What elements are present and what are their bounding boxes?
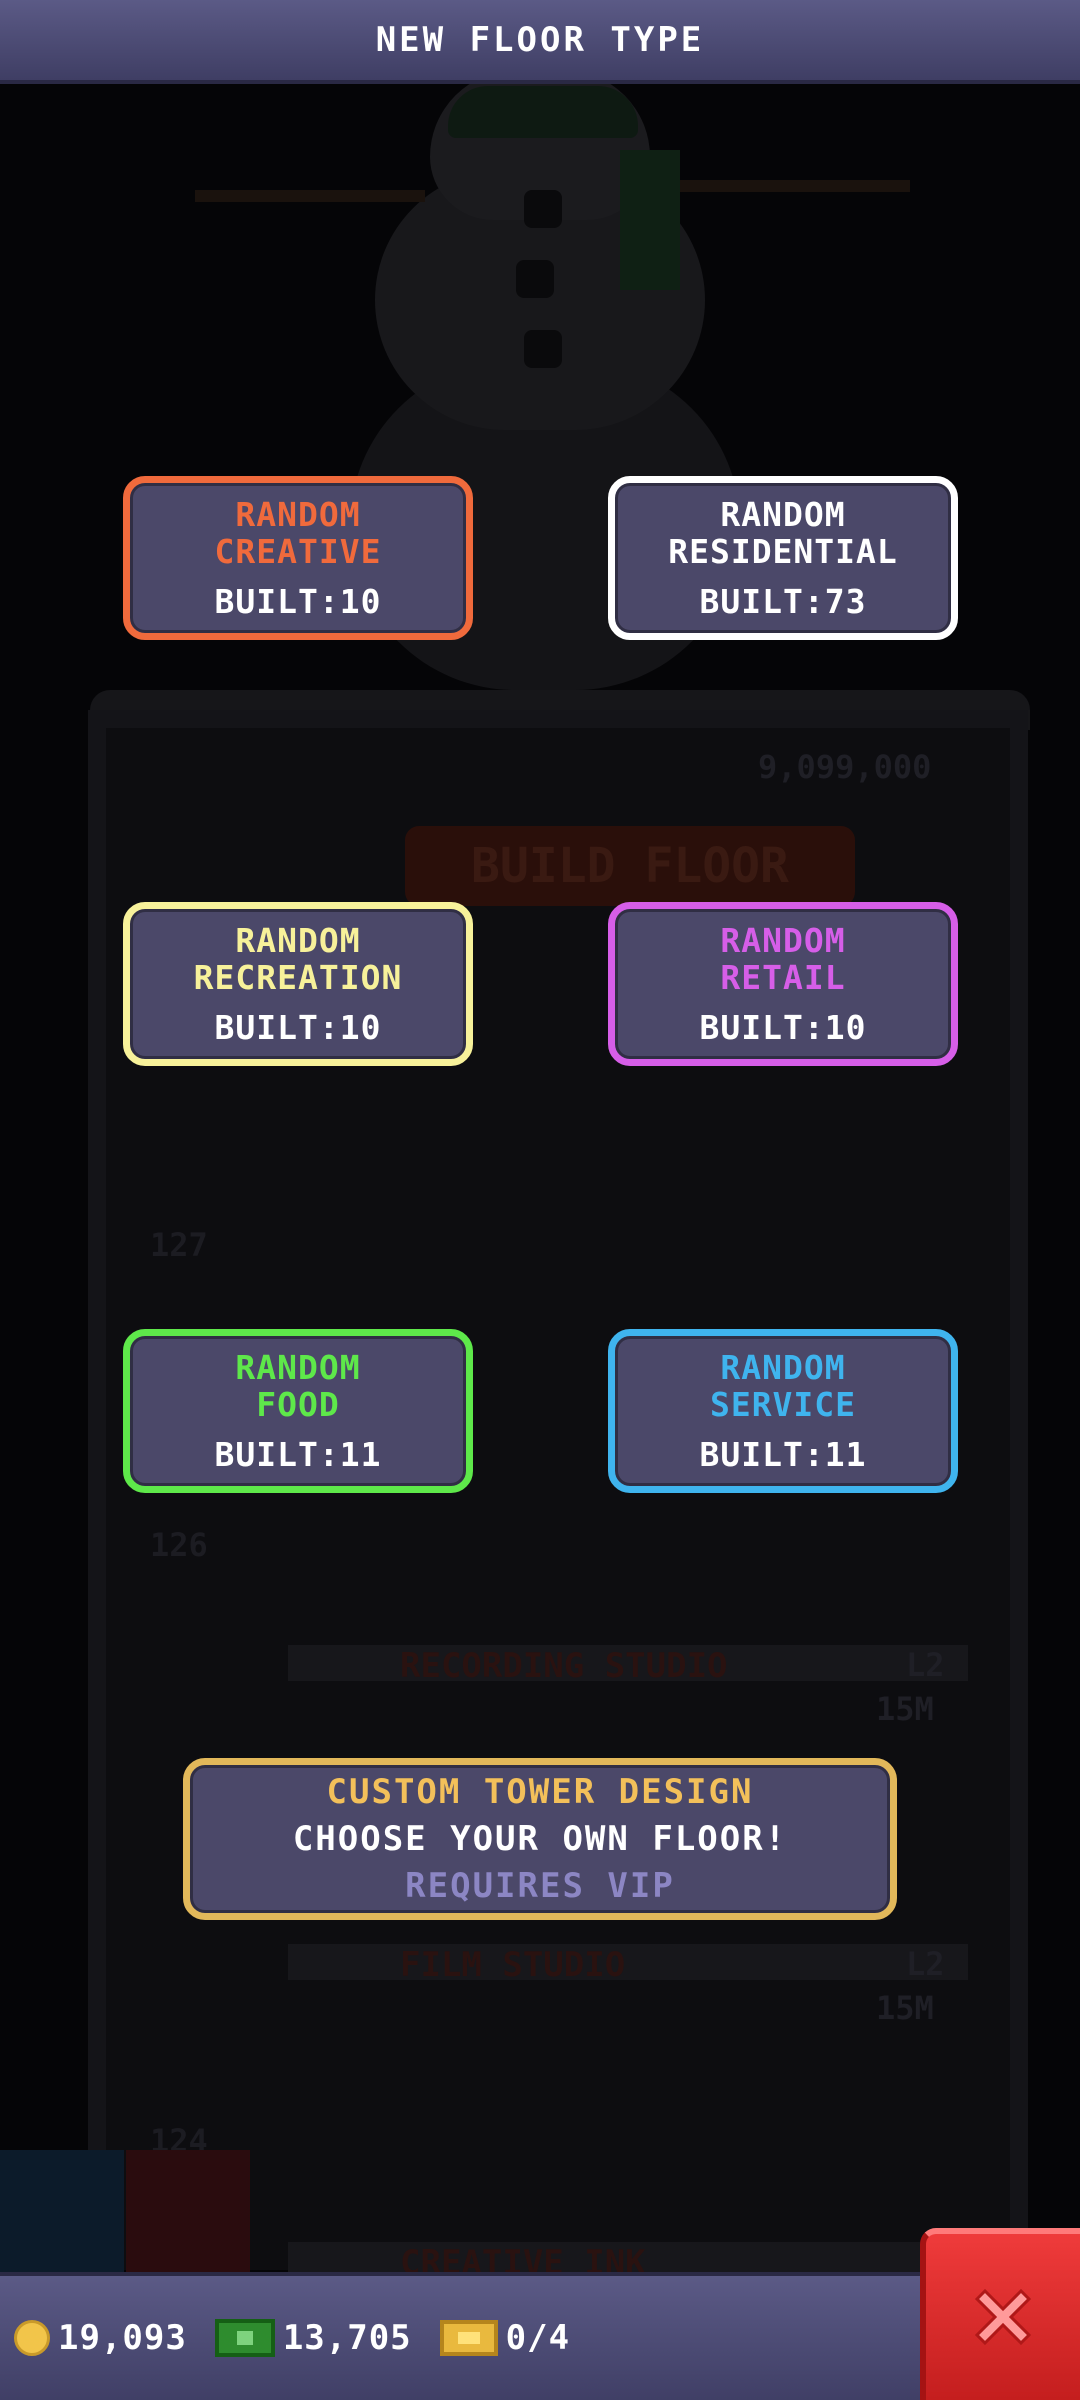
title-bar: NEW FLOOR TYPE [0,0,1080,84]
background-tool-button [126,2150,250,2272]
bux-icon [214,2319,275,2357]
snowman-button [516,260,554,298]
card-built-count: BUILT:10 [699,1007,867,1047]
floor-band [288,1944,968,1980]
card-title: RANDOM CREATIVE [214,494,382,571]
card-title: RANDOM RETAIL [720,920,846,997]
coins-value: 19,093 [58,2318,187,2358]
card-random-residential[interactable]: RANDOM RESIDENTIAL BUILT:73 [608,476,958,640]
snowman-scarf [620,150,680,290]
tickets-display: 0/4 [439,2318,571,2358]
background-tool-button [0,2150,124,2272]
floor-number: 126 [150,1526,208,1564]
card-random-retail[interactable]: RANDOM RETAIL BUILT:10 [608,902,958,1066]
card-title: RANDOM SERVICE [709,1347,857,1424]
close-icon [974,2288,1032,2346]
card-built-count: BUILT:10 [214,1007,382,1047]
card-built-count: BUILT:11 [214,1434,382,1474]
card-random-service[interactable]: RANDOM SERVICE BUILT:11 [608,1329,958,1493]
card-built-count: BUILT:73 [699,581,867,621]
background-floor-name: RECORDING STUDIO [400,1646,728,1686]
coins-display: 19,093 [14,2318,187,2358]
background-scene: 9,099,000 BUILD FLOOR 127 126 124 RECORD… [0,0,1080,2400]
background-build-floor: BUILD FLOOR [405,826,855,906]
ticket-icon [439,2320,498,2356]
background-level: L2 [906,1646,945,1684]
card-title: RANDOM RESIDENTIAL [668,494,898,571]
tickets-value: 0/4 [505,2318,571,2358]
snowman-left-arm [195,190,425,202]
custom-tower-design-button[interactable]: CUSTOM TOWER DESIGN CHOOSE YOUR OWN FLOO… [183,1758,897,1920]
card-title: RANDOM FOOD [235,1347,361,1424]
background-cost: 15M [876,1989,934,2027]
custom-title: CUSTOM TOWER DESIGN [326,1772,754,1812]
bux-value: 13,705 [282,2318,412,2358]
card-random-recreation[interactable]: RANDOM RECREATION BUILT:10 [123,902,473,1066]
coin-icon [14,2320,50,2356]
page-title: NEW FLOOR TYPE [375,20,705,60]
card-built-count: BUILT:11 [699,1434,867,1474]
floor-number: 127 [150,1226,208,1264]
card-random-food[interactable]: RANDOM FOOD BUILT:11 [123,1329,473,1493]
card-built-count: BUILT:10 [214,581,382,621]
background-price: 9,099,000 [758,748,932,786]
snowman-hat [448,86,638,138]
background-level: L2 [906,1945,945,1983]
snowman-button [524,330,562,368]
close-button[interactable] [920,2228,1080,2400]
bottom-status-bar: 19,093 13,705 0/4 [0,2272,920,2400]
custom-subtitle: CHOOSE YOUR OWN FLOOR! [292,1819,788,1859]
card-random-creative[interactable]: RANDOM CREATIVE BUILT:10 [123,476,473,640]
snowman-button [524,190,562,228]
custom-requirement: REQUIRES VIP [405,1866,675,1906]
snowman-right-arm [680,180,910,192]
background-floor-name: FILM STUDIO [400,1945,626,1985]
bux-display: 13,705 [214,2318,412,2358]
background-cost: 15M [876,1690,934,1728]
card-title: RANDOM RECREATION [193,920,403,997]
